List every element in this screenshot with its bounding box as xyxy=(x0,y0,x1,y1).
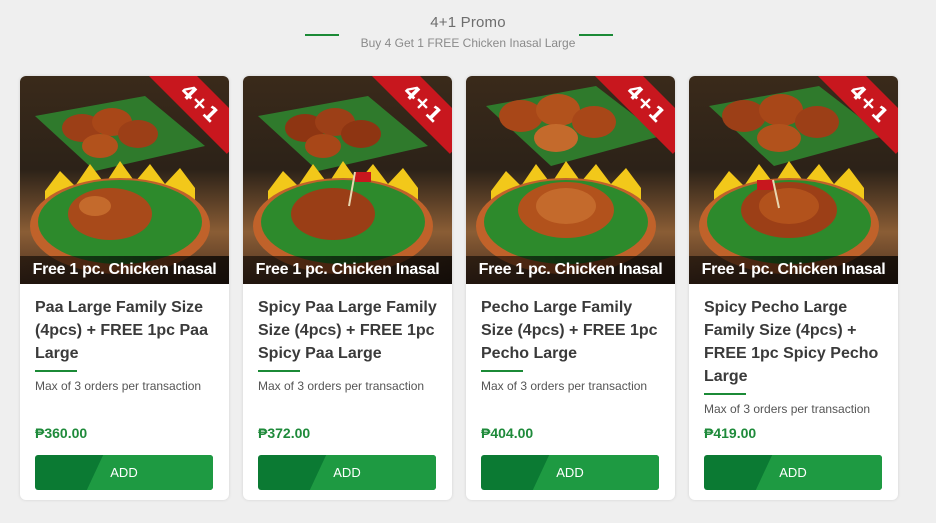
product-name-text[interactable]: Pecho Large Family Size (4pcs) + FREE 1p… xyxy=(481,299,658,362)
add-button-label: ADD xyxy=(556,465,584,480)
product-name[interactable]: Pecho Large Family Size (4pcs) + FREE 1p… xyxy=(481,296,666,372)
name-underline xyxy=(35,370,77,372)
product-price: ₱404.00 xyxy=(481,425,534,441)
title-divider-right xyxy=(579,34,613,36)
product-price: ₱360.00 xyxy=(35,425,88,441)
product-card[interactable]: 4+1 Free 1 pc. Chicken Inasal Pecho Larg… xyxy=(466,76,675,500)
product-image[interactable]: 4+1 Free 1 pc. Chicken Inasal xyxy=(20,76,229,284)
add-to-cart-button[interactable]: ADD xyxy=(258,455,436,490)
add-button-label: ADD xyxy=(333,465,361,480)
add-button-label: ADD xyxy=(779,465,807,480)
product-image[interactable]: 4+1 Free 1 pc. Chicken Inasal xyxy=(243,76,452,284)
add-button-label: ADD xyxy=(110,465,138,480)
free-item-caption: Free 1 pc. Chicken Inasal xyxy=(701,261,886,278)
product-card[interactable]: 4+1 Free 1 pc. Chicken Inasal Spicy Pech… xyxy=(689,76,898,500)
free-item-caption: Free 1 pc. Chicken Inasal xyxy=(255,261,440,278)
product-name[interactable]: Paa Large Family Size (4pcs) + FREE 1pc … xyxy=(35,296,220,372)
add-to-cart-button[interactable]: ADD xyxy=(704,455,882,490)
order-limit-note: Max of 3 orders per transaction xyxy=(704,402,871,416)
add-to-cart-button[interactable]: ADD xyxy=(481,455,659,490)
order-limit-note: Max of 3 orders per transaction xyxy=(258,379,425,393)
name-underline xyxy=(258,370,300,372)
product-name-text[interactable]: Spicy Paa Large Family Size (4pcs) + FRE… xyxy=(258,299,437,362)
product-card[interactable]: 4+1 Free 1 pc. Chicken Inasal Spicy Paa … xyxy=(243,76,452,500)
add-to-cart-button[interactable]: ADD xyxy=(35,455,213,490)
product-name-text[interactable]: Paa Large Family Size (4pcs) + FREE 1pc … xyxy=(35,299,208,362)
promo-header: 4+1 Promo Buy 4 Get 1 FREE Chicken Inasa… xyxy=(0,12,936,52)
free-item-caption: Free 1 pc. Chicken Inasal xyxy=(32,261,217,278)
order-limit-note: Max of 3 orders per transaction xyxy=(35,379,202,393)
product-name[interactable]: Spicy Pecho Large Family Size (4pcs) + F… xyxy=(704,296,889,395)
product-name[interactable]: Spicy Paa Large Family Size (4pcs) + FRE… xyxy=(258,296,443,372)
promo-subtitle: Buy 4 Get 1 FREE Chicken Inasal Large xyxy=(360,36,576,50)
product-image[interactable]: 4+1 Free 1 pc. Chicken Inasal xyxy=(689,76,898,284)
product-price: ₱419.00 xyxy=(704,425,757,441)
product-price: ₱372.00 xyxy=(258,425,311,441)
product-card[interactable]: 4+1 Free 1 pc. Chicken Inasal Paa Large … xyxy=(20,76,229,500)
order-limit-note: Max of 3 orders per transaction xyxy=(481,379,648,393)
free-item-caption: Free 1 pc. Chicken Inasal xyxy=(478,261,663,278)
product-image[interactable]: 4+1 Free 1 pc. Chicken Inasal xyxy=(466,76,675,284)
promo-title: 4+1 Promo xyxy=(430,14,506,31)
product-name-text[interactable]: Spicy Pecho Large Family Size (4pcs) + F… xyxy=(704,299,878,385)
title-divider-left xyxy=(305,34,339,36)
name-underline xyxy=(704,393,746,395)
name-underline xyxy=(481,370,523,372)
